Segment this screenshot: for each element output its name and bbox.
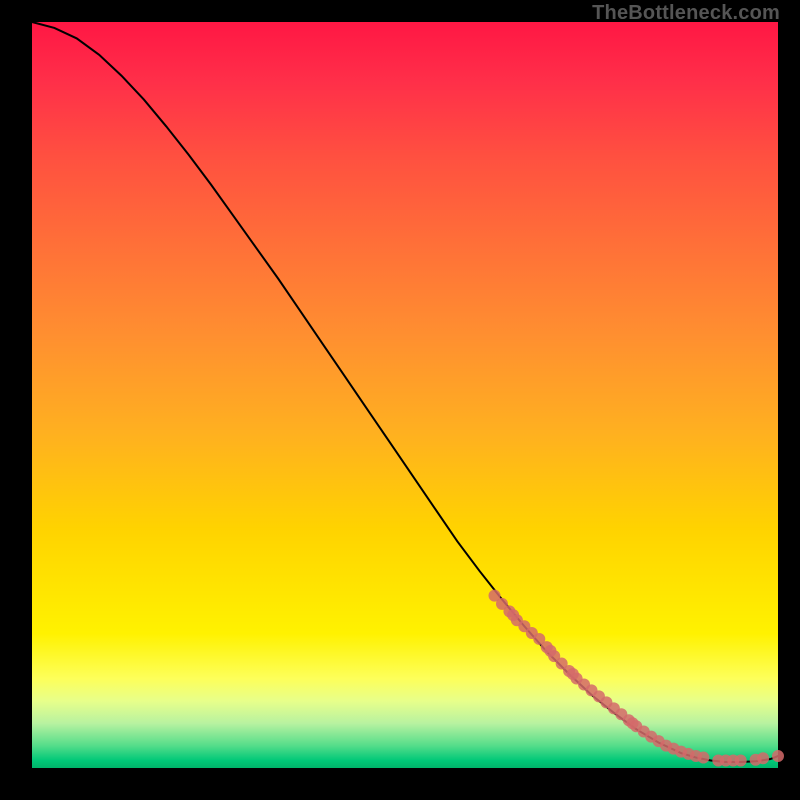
scatter-point — [697, 752, 709, 764]
plot-area — [32, 22, 778, 768]
scatter-point — [735, 755, 747, 767]
scatter-series — [489, 590, 784, 767]
scatter-point — [772, 750, 784, 762]
curve-path — [32, 22, 778, 762]
chart-svg — [32, 22, 778, 768]
line-series — [32, 22, 778, 762]
scatter-point — [757, 752, 769, 764]
chart-frame: TheBottleneck.com — [0, 0, 800, 800]
